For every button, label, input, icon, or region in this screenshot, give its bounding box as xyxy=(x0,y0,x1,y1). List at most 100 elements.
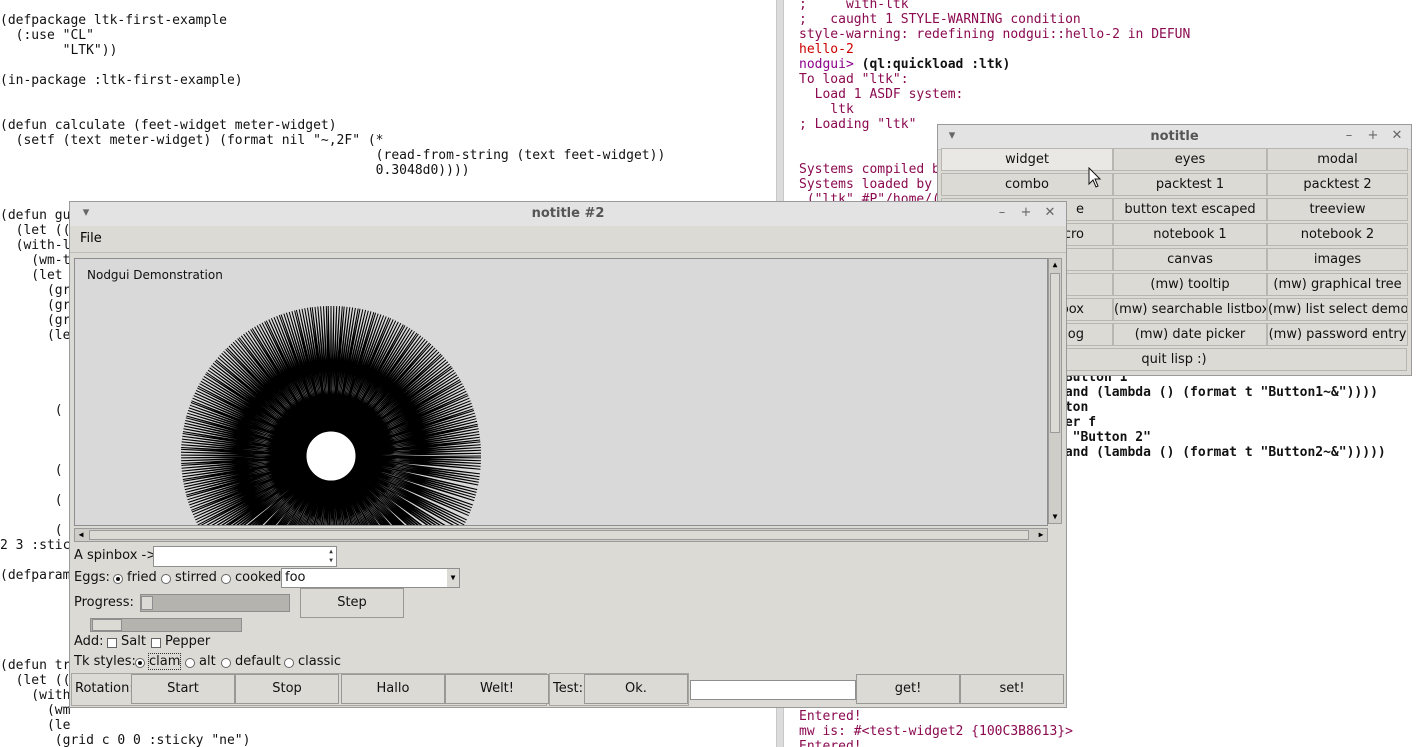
salt-checkbox[interactable] xyxy=(107,638,117,648)
launcher-button-modal[interactable]: modal xyxy=(1267,148,1408,171)
launcher-button-mw-searchable-listbox[interactable]: (mw) searchable listbox xyxy=(1113,298,1267,321)
spinbox-arrows-icon[interactable]: ▲ ▼ xyxy=(326,547,336,566)
combo-dropdown-icon[interactable]: ▼ xyxy=(447,569,459,587)
maximize-icon[interactable]: + xyxy=(1018,205,1034,221)
launcher-button-canvas[interactable]: canvas xyxy=(1113,248,1267,271)
maximize-icon[interactable]: + xyxy=(1365,128,1381,144)
minimize-icon[interactable]: – xyxy=(994,205,1010,221)
eggs-fried-label: fried xyxy=(127,570,157,585)
vscroll-thumb[interactable] xyxy=(1050,273,1060,433)
welt-button[interactable]: Welt! xyxy=(445,674,549,704)
repl-line: mand (lambda () (format t "Button1~&")))… xyxy=(1057,385,1378,400)
test-entry[interactable] xyxy=(690,680,856,700)
eggs-cooked-radio[interactable] xyxy=(221,574,231,584)
style-default-radio[interactable] xyxy=(221,658,231,668)
pepper-label: Pepper xyxy=(165,634,211,649)
demo-canvas[interactable]: Nodgui Demonstration xyxy=(74,258,1048,526)
eggs-stirred-radio[interactable] xyxy=(161,574,171,584)
scroll-down-icon[interactable]: ▼ xyxy=(1049,511,1061,523)
menu-file[interactable]: File xyxy=(80,231,102,246)
style-clam-label: clam xyxy=(147,653,182,670)
spirograph-center xyxy=(305,430,357,482)
launcher-button-mw-password-entry[interactable]: (mw) password entry xyxy=(1267,323,1408,346)
step-button[interactable]: Step xyxy=(300,588,404,618)
launcher-button-mw-date-picker[interactable]: (mw) date picker xyxy=(1113,323,1267,346)
code-line: "LTK")) xyxy=(0,43,118,58)
repl-line: ; caught 1 STYLE-WARNING condition xyxy=(799,12,1081,27)
set-button[interactable]: set! xyxy=(960,674,1064,704)
canvas-title: Nodgui Demonstration xyxy=(87,268,223,282)
launcher-button-images[interactable]: images xyxy=(1267,248,1408,271)
salt-label: Salt xyxy=(121,634,146,649)
launcher-button-packtest-2[interactable]: packtest 2 xyxy=(1267,173,1408,196)
test-label: Test: xyxy=(553,681,583,696)
scale-slider-thumb[interactable] xyxy=(92,619,122,631)
tk-styles-label: Tk styles: xyxy=(74,654,136,669)
launcher-button-mw-graphical-tree[interactable]: (mw) graphical tree xyxy=(1267,273,1408,296)
scroll-up-icon[interactable]: ▲ xyxy=(1049,259,1061,271)
launcher-button-eyes[interactable]: eyes xyxy=(1113,148,1267,171)
progress-fill xyxy=(141,596,153,610)
progress-bar xyxy=(140,594,290,612)
spirograph-lines xyxy=(180,305,482,525)
launcher-button-notebook-1[interactable]: notebook 1 xyxy=(1113,223,1267,246)
launcher-button-mw-tooltip[interactable]: (mw) tooltip xyxy=(1113,273,1267,296)
style-alt-label: alt xyxy=(199,654,216,669)
repl-line: t "Button 2" xyxy=(1057,430,1151,445)
spinbox-input[interactable] xyxy=(153,546,337,567)
pepper-checkbox[interactable] xyxy=(151,638,161,648)
minimize-icon[interactable]: – xyxy=(1341,128,1357,144)
repl-line: mw is: #<test-widget2 {100C3B8613}> xyxy=(799,724,1073,739)
canvas-vertical-scrollbar[interactable]: ▲ ▼ xyxy=(1048,258,1062,524)
combo-input[interactable]: foo xyxy=(281,568,460,588)
launcher-button-treeview[interactable]: treeview xyxy=(1267,198,1408,221)
repl-line: Entered! xyxy=(799,709,862,724)
launcher-button-packtest-1[interactable]: packtest 1 xyxy=(1113,173,1267,196)
code-line: 0.3048d0)))) xyxy=(0,163,470,178)
hallo-button[interactable]: Hallo xyxy=(341,674,445,704)
repl-line: hello-2 xyxy=(799,42,854,57)
launcher-button-mw-list-select-demo[interactable]: (mw) list select demo xyxy=(1267,298,1408,321)
repl-line: ; with-ltk xyxy=(799,0,909,12)
start-button[interactable]: Start xyxy=(131,674,235,704)
demo-titlebar[interactable]: ▾ notitle #2 – + ✕ xyxy=(70,202,1066,227)
eggs-fried-radio[interactable] xyxy=(113,574,123,584)
repl-line: Entered! xyxy=(799,739,862,747)
eggs-label: Eggs: xyxy=(74,570,110,585)
close-icon[interactable]: ✕ xyxy=(1042,205,1058,221)
close-icon[interactable]: ✕ xyxy=(1389,128,1405,144)
code-line: (grid c 0 0 :sticky "ne") xyxy=(0,733,251,747)
scale-slider[interactable] xyxy=(90,618,242,632)
style-alt-radio[interactable] xyxy=(185,658,195,668)
launcher-button-button-text-escaped[interactable]: button text escaped xyxy=(1113,198,1267,221)
repl-line: ltk xyxy=(799,102,854,117)
code-line: (in-package :ltk-first-example) xyxy=(0,73,243,88)
launcher-titlebar[interactable]: ▾ notitle – + ✕ xyxy=(938,125,1411,150)
stop-button[interactable]: Stop xyxy=(235,674,339,704)
canvas-horizontal-scrollbar[interactable]: ◀ ▶ xyxy=(74,528,1048,542)
scroll-right-icon[interactable]: ▶ xyxy=(1035,529,1047,541)
eggs-cooked-label: cooked xyxy=(235,570,282,585)
eggs-stirred-label: stirred xyxy=(175,570,217,585)
scroll-left-icon[interactable]: ◀ xyxy=(75,529,87,541)
ok-button[interactable]: Ok. xyxy=(584,674,688,704)
repl-line: style-warning: redefining nodgui::hello-… xyxy=(799,27,1191,42)
repl-prompt: nodgui> xyxy=(799,57,854,72)
repl-line: mand (lambda () (format t "Button2~&")))… xyxy=(1057,445,1386,460)
repl-line: nodgui> (ql:quickload :ltk) xyxy=(799,57,1190,72)
get-button[interactable]: get! xyxy=(856,674,960,704)
style-clam-radio[interactable] xyxy=(135,658,145,668)
style-classic-radio[interactable] xyxy=(284,658,294,668)
code-line: (:use "CL" xyxy=(0,28,94,43)
launcher-button-notebook-2[interactable]: notebook 2 xyxy=(1267,223,1408,246)
code-line: (setf (text meter-widget) (format nil "~… xyxy=(0,133,384,148)
rotation-label: Rotation: xyxy=(75,681,134,696)
hscroll-thumb[interactable] xyxy=(89,530,1029,540)
repl-command: (ql:quickload :ltk) xyxy=(853,57,1011,72)
style-default-label: default xyxy=(235,654,281,669)
code-line: (read-from-string (text feet-widget)) xyxy=(0,148,666,163)
